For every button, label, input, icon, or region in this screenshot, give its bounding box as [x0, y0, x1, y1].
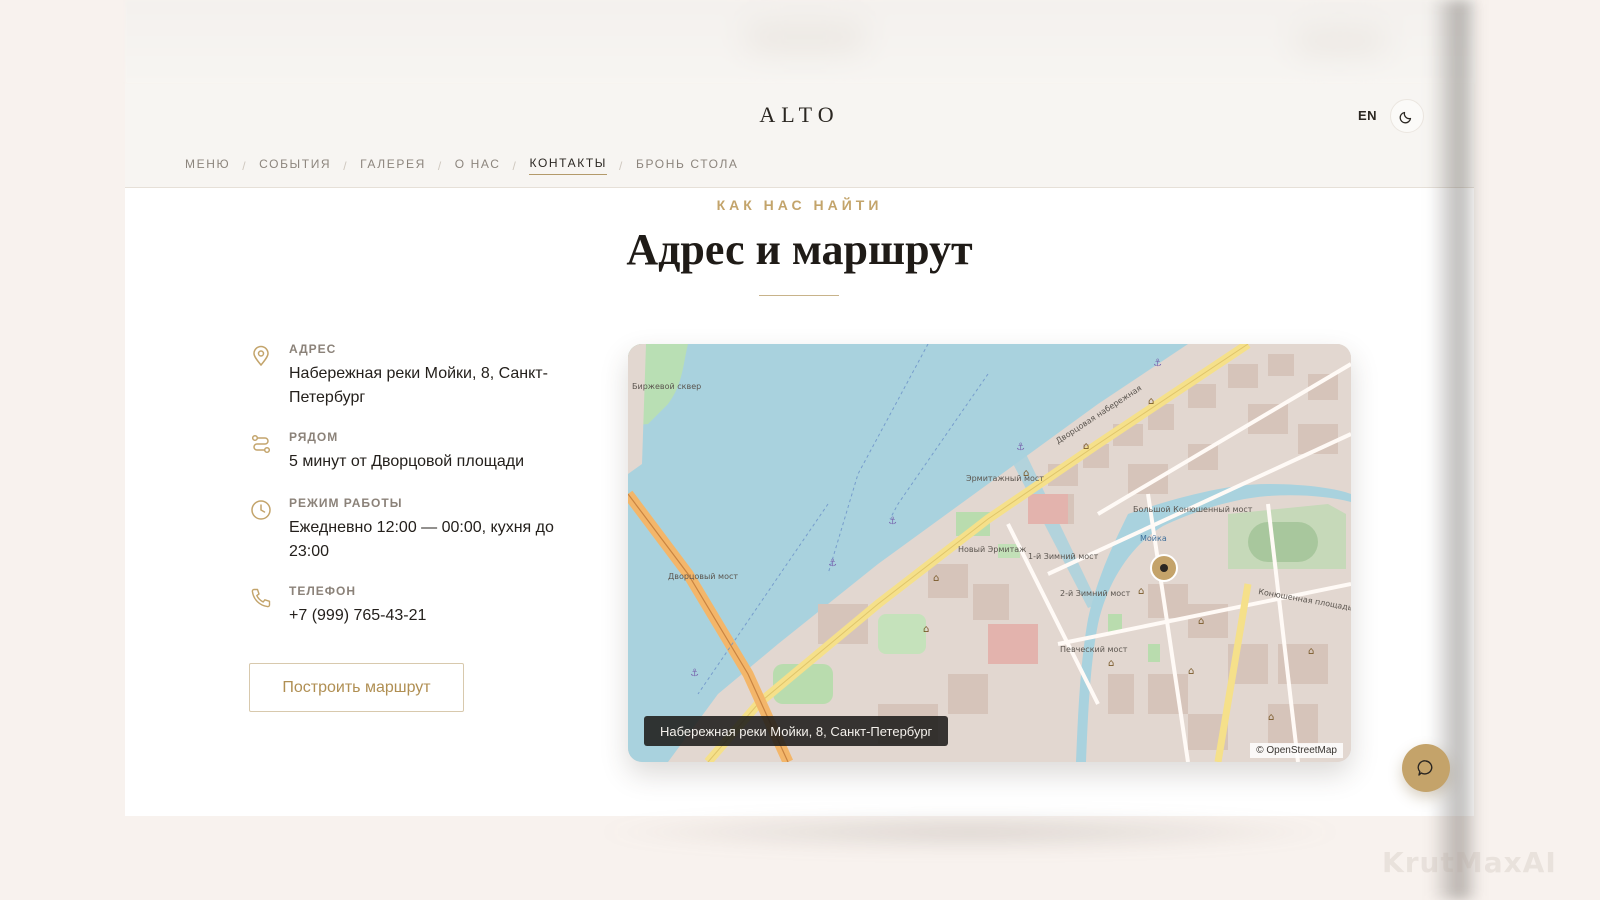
map-label-dvortsovy: Дворцовый мост — [668, 572, 738, 581]
map-label-zimny1: 1-й Зимний мост — [1028, 552, 1099, 561]
info-phone: ТЕЛЕФОН +7 (999) 765-43-21 — [249, 584, 589, 644]
svg-text:⚓: ⚓ — [1153, 358, 1162, 369]
nav-item-menu[interactable]: МЕНЮ — [185, 157, 230, 175]
map-canvas[interactable]: Биржевой сквер Дворцовый мост Эрмитажный… — [628, 344, 1351, 762]
nav-item-contacts[interactable]: КОНТАКТЫ — [529, 156, 608, 175]
svg-text:⌂: ⌂ — [1138, 586, 1144, 597]
svg-text:⚓: ⚓ — [1016, 442, 1025, 453]
phone-label: ТЕЛЕФОН — [289, 584, 356, 598]
nav-separator: / — [619, 158, 624, 173]
svg-text:⌂: ⌂ — [1148, 396, 1154, 407]
svg-text:⌂: ⌂ — [1308, 646, 1314, 657]
svg-text:⌂: ⌂ — [1188, 666, 1194, 677]
info-address: АДРЕС Набережная реки Мойки, 8, Санкт-Пе… — [249, 342, 589, 430]
map-label-novy-ermitazh: Новый Эрмитаж — [958, 545, 1026, 554]
nav-item-events[interactable]: СОБЫТИЯ — [259, 157, 331, 175]
svg-text:⌂: ⌂ — [1023, 468, 1029, 479]
contact-info: АДРЕС Набережная реки Мойки, 8, Санкт-Пе… — [249, 342, 589, 644]
page: ALTO EN МЕНЮ / СОБЫТИЯ / ГАЛЕРЕЯ / О НАС… — [125, 84, 1474, 816]
blurred-top-strip — [125, 0, 1475, 84]
svg-text:⌂: ⌂ — [1268, 712, 1274, 723]
svg-text:⚓: ⚓ — [888, 516, 897, 527]
phone-icon — [251, 588, 271, 608]
nav-separator: / — [512, 158, 518, 173]
blurred-bottom-strip — [590, 812, 1350, 852]
map-label-ermitazhny: Эрмитажный мост — [966, 474, 1044, 483]
svg-text:⚓: ⚓ — [828, 558, 837, 569]
nav-separator: / — [242, 158, 248, 173]
svg-text:⌂: ⌂ — [933, 573, 939, 584]
main-nav: МЕНЮ / СОБЫТИЯ / ГАЛЕРЕЯ / О НАС / КОНТА… — [185, 156, 739, 175]
route-icon — [251, 434, 271, 454]
clock-icon — [251, 500, 271, 520]
section-eyebrow: КАК НАС НАЙТИ — [716, 197, 883, 213]
address-value: Набережная реки Мойки, 8, Санкт-Петербур… — [289, 365, 548, 406]
watermark: KrutMaxAI — [1382, 846, 1557, 879]
svg-text:⌂: ⌂ — [1198, 616, 1204, 627]
info-hours: РЕЖИМ РАБОТЫ Ежедневно 12:00 — 00:00, ку… — [249, 496, 589, 584]
section-title: Адрес и маршрут — [626, 225, 973, 274]
map-location-marker[interactable] — [1150, 554, 1178, 582]
site-header: ALTO EN МЕНЮ / СОБЫТИЯ / ГАЛЕРЕЯ / О НАС… — [125, 84, 1474, 188]
info-nearby: РЯДОМ 5 минут от Дворцовой площади — [249, 430, 589, 496]
map-label-birzhevoy: Биржевой сквер — [632, 382, 701, 391]
svg-text:⌂: ⌂ — [923, 624, 929, 635]
map-label-pevchesky: Певческий мост — [1060, 645, 1128, 654]
map-attribution[interactable]: © OpenStreetMap — [1250, 743, 1343, 758]
hours-label: РЕЖИМ РАБОТЫ — [289, 496, 403, 510]
chat-button[interactable] — [1402, 744, 1450, 792]
nearby-value: 5 минут от Дворцовой площади — [289, 453, 525, 470]
chat-bubble-icon — [1417, 760, 1433, 776]
map-label-zimny2: 2-й Зимний мост — [1060, 589, 1131, 598]
svg-text:⚓: ⚓ — [690, 668, 699, 679]
nav-item-about[interactable]: О НАС — [455, 157, 501, 175]
site-logo[interactable]: ALTO — [125, 102, 1474, 128]
nav-separator: / — [437, 158, 443, 173]
map-label-bolshoy-konyushenny: Большой Конюшенный мост — [1133, 505, 1253, 514]
phone-value[interactable]: +7 (999) 765-43-21 — [289, 604, 589, 628]
title-divider — [759, 295, 839, 296]
location-pin-icon — [253, 345, 269, 367]
location-map[interactable]: Биржевой сквер Дворцовый мост Эрмитажный… — [628, 344, 1351, 762]
map-label-moika: Мойка — [1140, 534, 1167, 543]
svg-text:⌂: ⌂ — [1108, 658, 1114, 669]
nearby-label: РЯДОМ — [289, 430, 339, 444]
map-caption: Набережная реки Мойки, 8, Санкт-Петербур… — [644, 716, 949, 746]
address-label: АДРЕС — [289, 342, 337, 356]
nav-item-booking[interactable]: БРОНЬ СТОЛА — [636, 157, 739, 175]
moon-icon — [1399, 111, 1412, 124]
hours-value: Ежедневно 12:00 — 00:00, кухня до 23:00 — [289, 519, 554, 560]
svg-text:⌂: ⌂ — [1083, 441, 1089, 452]
language-switch[interactable]: EN — [1358, 108, 1377, 123]
theme-toggle-button[interactable] — [1390, 99, 1424, 133]
nav-separator: / — [343, 158, 349, 173]
nav-item-gallery[interactable]: ГАЛЕРЕЯ — [360, 157, 426, 175]
build-route-button[interactable]: Построить маршрут — [249, 663, 464, 712]
